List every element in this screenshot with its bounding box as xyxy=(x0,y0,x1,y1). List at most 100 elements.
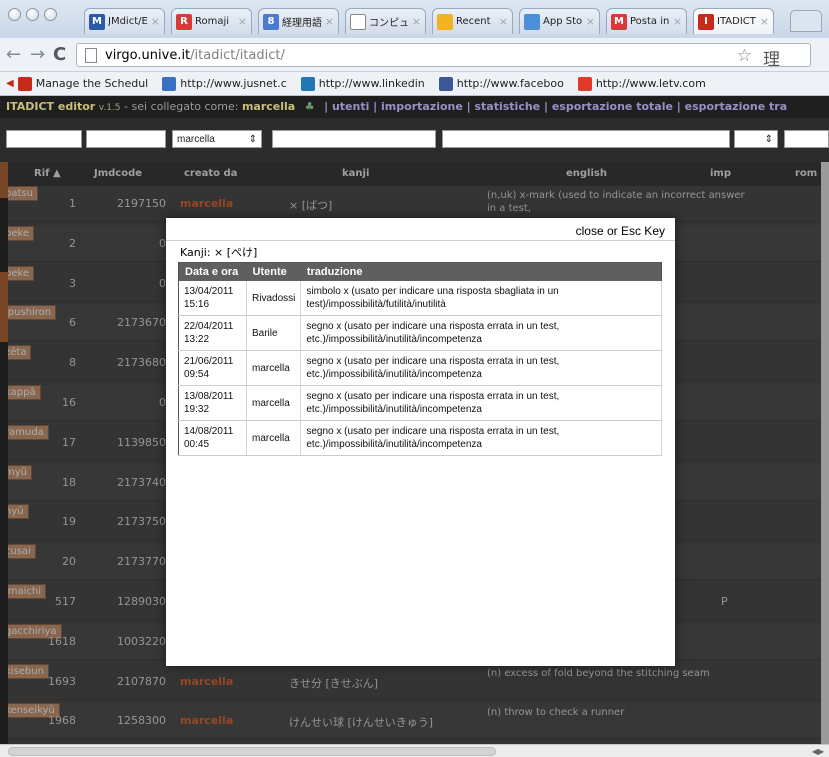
col-user-header: Utente xyxy=(246,262,301,281)
romaji-favicon-icon: R xyxy=(176,13,192,30)
jusnet-bookmark-icon xyxy=(162,76,177,91)
browser-tab[interactable]: R Romaji × xyxy=(171,8,252,34)
bookmarks-bar: ◀ Manage the Schedul http://www.jusnet.c h… xyxy=(0,72,829,96)
jmdict-favicon-icon: M xyxy=(89,13,105,30)
col-date-header: Data e ora xyxy=(178,262,247,281)
bookmark-item[interactable]: http://www.jusnet.c xyxy=(162,76,287,91)
bookmark-label: http://www.linkedin xyxy=(318,77,425,90)
browser-tab[interactable]: M Posta in × xyxy=(606,8,687,34)
bookmark-item[interactable]: http://www.letv.com xyxy=(577,76,706,91)
browser-tab[interactable]: コンピュ × xyxy=(345,8,426,34)
filter-imp-select[interactable]: ⇕ xyxy=(734,130,778,148)
facebook-bookmark-icon xyxy=(438,76,453,91)
history-user: Barile xyxy=(246,315,302,351)
history-user: marcella xyxy=(246,350,302,386)
app-version: v.1.5 xyxy=(98,103,121,113)
close-tab-icon[interactable]: × xyxy=(238,15,247,28)
history-translation: simbolo x (usato per indicare una rispos… xyxy=(300,281,662,316)
select-arrows-icon: ⇕ xyxy=(248,133,257,145)
history-time: 19:32 xyxy=(184,404,210,415)
filter-romaji-input[interactable] xyxy=(784,130,829,148)
close-tab-icon[interactable]: × xyxy=(412,15,421,28)
browser-tab[interactable]: I ITADICT × xyxy=(693,8,774,34)
close-window-button[interactable] xyxy=(8,8,21,21)
history-time: 00:45 xyxy=(184,439,210,450)
history-row: 22/04/2011 13:22 Barile segno x (usato per … xyxy=(178,315,662,351)
user-icon: ♣ xyxy=(304,100,315,113)
filter-jmdcode-input[interactable] xyxy=(86,130,166,148)
reload-icon[interactable]: C xyxy=(53,44,66,65)
filter-rif-input[interactable] xyxy=(6,130,82,148)
modal-kanji-line: Kanji: × [ぺけ] xyxy=(180,246,258,259)
forward-arrow-icon[interactable]: → xyxy=(30,44,45,65)
history-date-cell: 13/04/2011 15:16 xyxy=(178,281,247,316)
close-tab-icon[interactable]: × xyxy=(151,15,160,28)
page-icon xyxy=(85,47,97,63)
page-favicon-icon xyxy=(350,13,366,30)
browser-toolbar: ← → C virgo.unive.it /itadict/itadict/ ☆… xyxy=(0,38,829,72)
history-date: 14/08/2011 xyxy=(184,426,234,437)
bookmark-label: http://www.letv.com xyxy=(595,77,706,90)
new-tab-button[interactable] xyxy=(790,10,822,32)
tab-label: Romaji xyxy=(195,16,230,27)
letv-bookmark-icon xyxy=(577,76,592,91)
appstore-favicon-icon xyxy=(524,13,540,30)
history-date-cell: 14/08/2011 00:45 xyxy=(178,420,247,456)
history-user: Rivadossi xyxy=(246,281,302,316)
history-user: marcella xyxy=(246,385,302,421)
tab-label: ITADICT xyxy=(717,16,756,27)
close-hint[interactable]: close or Esc Key xyxy=(576,224,665,238)
history-row: 13/08/2011 19:32 marcella segno x (usato pe… xyxy=(178,385,662,421)
url-host: virgo.unive.it xyxy=(105,47,191,63)
close-link[interactable]: close xyxy=(576,224,604,238)
scrollbar-thumb[interactable] xyxy=(8,747,496,756)
close-tab-icon[interactable]: × xyxy=(325,15,334,28)
close-tab-icon[interactable]: × xyxy=(760,15,769,28)
tab-label: Recent xyxy=(456,16,491,27)
browser-tab-strip: M JMdict/E × R Romaji × 8 経理用語 × コンピュ × Recent × App … xyxy=(0,0,829,38)
app-menu[interactable]: | utenti | importazione | statistiche | … xyxy=(324,100,787,113)
minimize-window-button[interactable] xyxy=(26,8,39,21)
close-tab-icon[interactable]: × xyxy=(586,15,595,28)
browser-tab[interactable]: 8 経理用語 × xyxy=(258,8,339,34)
filter-english-input[interactable] xyxy=(442,130,730,148)
history-time: 13:22 xyxy=(184,334,210,345)
history-date-cell: 22/04/2011 13:22 xyxy=(178,315,247,351)
select-arrows-icon: ⇕ xyxy=(764,133,773,145)
history-table: Data e ora Utente traduzione 13/04/2011 1… xyxy=(178,262,662,456)
horizontal-scrollbar[interactable]: ◀▶ xyxy=(0,744,829,757)
schedule-bookmark-icon xyxy=(17,76,32,91)
tab-label: App Sto xyxy=(543,16,583,27)
close-tab-icon[interactable]: × xyxy=(673,15,682,28)
zoom-window-button[interactable] xyxy=(44,8,57,21)
filter-user-select[interactable]: marcella ⇕ xyxy=(172,130,262,148)
history-time: 09:54 xyxy=(184,369,210,380)
url-path: /itadict/itadict/ xyxy=(190,47,285,63)
bookmark-item[interactable]: http://www.faceboo xyxy=(438,76,564,91)
browser-tab[interactable]: Recent × xyxy=(432,8,513,34)
bookmark-item[interactable]: Manage the Schedul xyxy=(17,76,148,91)
close-tab-icon[interactable]: × xyxy=(499,15,508,28)
history-row: 14/08/2011 00:45 marcella segno x (usato pe… xyxy=(178,420,662,456)
filter-kanji-input[interactable] xyxy=(272,130,436,148)
history-row: 21/06/2011 09:54 marcella segno x (usato pe… xyxy=(178,350,662,386)
history-date: 13/04/2011 xyxy=(184,286,234,297)
history-date-cell: 13/08/2011 19:32 xyxy=(178,385,247,421)
scroll-arrows-icon[interactable]: ◀▶ xyxy=(807,745,829,757)
bookmark-item[interactable]: http://www.linkedin xyxy=(300,76,425,91)
browser-tab[interactable]: App Sto × xyxy=(519,8,600,34)
address-bar[interactable]: virgo.unive.it /itadict/itadict/ ☆ 理 xyxy=(76,43,811,70)
back-arrow-icon[interactable]: ← xyxy=(6,44,21,65)
history-time: 15:16 xyxy=(184,299,210,310)
browser-tab[interactable]: M JMdict/E × xyxy=(84,8,165,34)
history-date-cell: 21/06/2011 09:54 xyxy=(178,350,247,386)
history-date: 22/04/2011 xyxy=(184,321,234,332)
extension-icon[interactable]: 理 xyxy=(763,45,780,70)
filter-user-value: marcella xyxy=(177,133,215,145)
history-date: 13/08/2011 xyxy=(184,391,234,402)
bookmark-label: http://www.faceboo xyxy=(456,77,564,90)
bookmark-arrow-icon: ◀ xyxy=(6,78,14,89)
history-translation: segno x (usato per indicare una risposta… xyxy=(300,350,662,386)
drive-favicon-icon xyxy=(437,13,453,30)
bookmark-star-icon[interactable]: ☆ xyxy=(737,46,752,66)
